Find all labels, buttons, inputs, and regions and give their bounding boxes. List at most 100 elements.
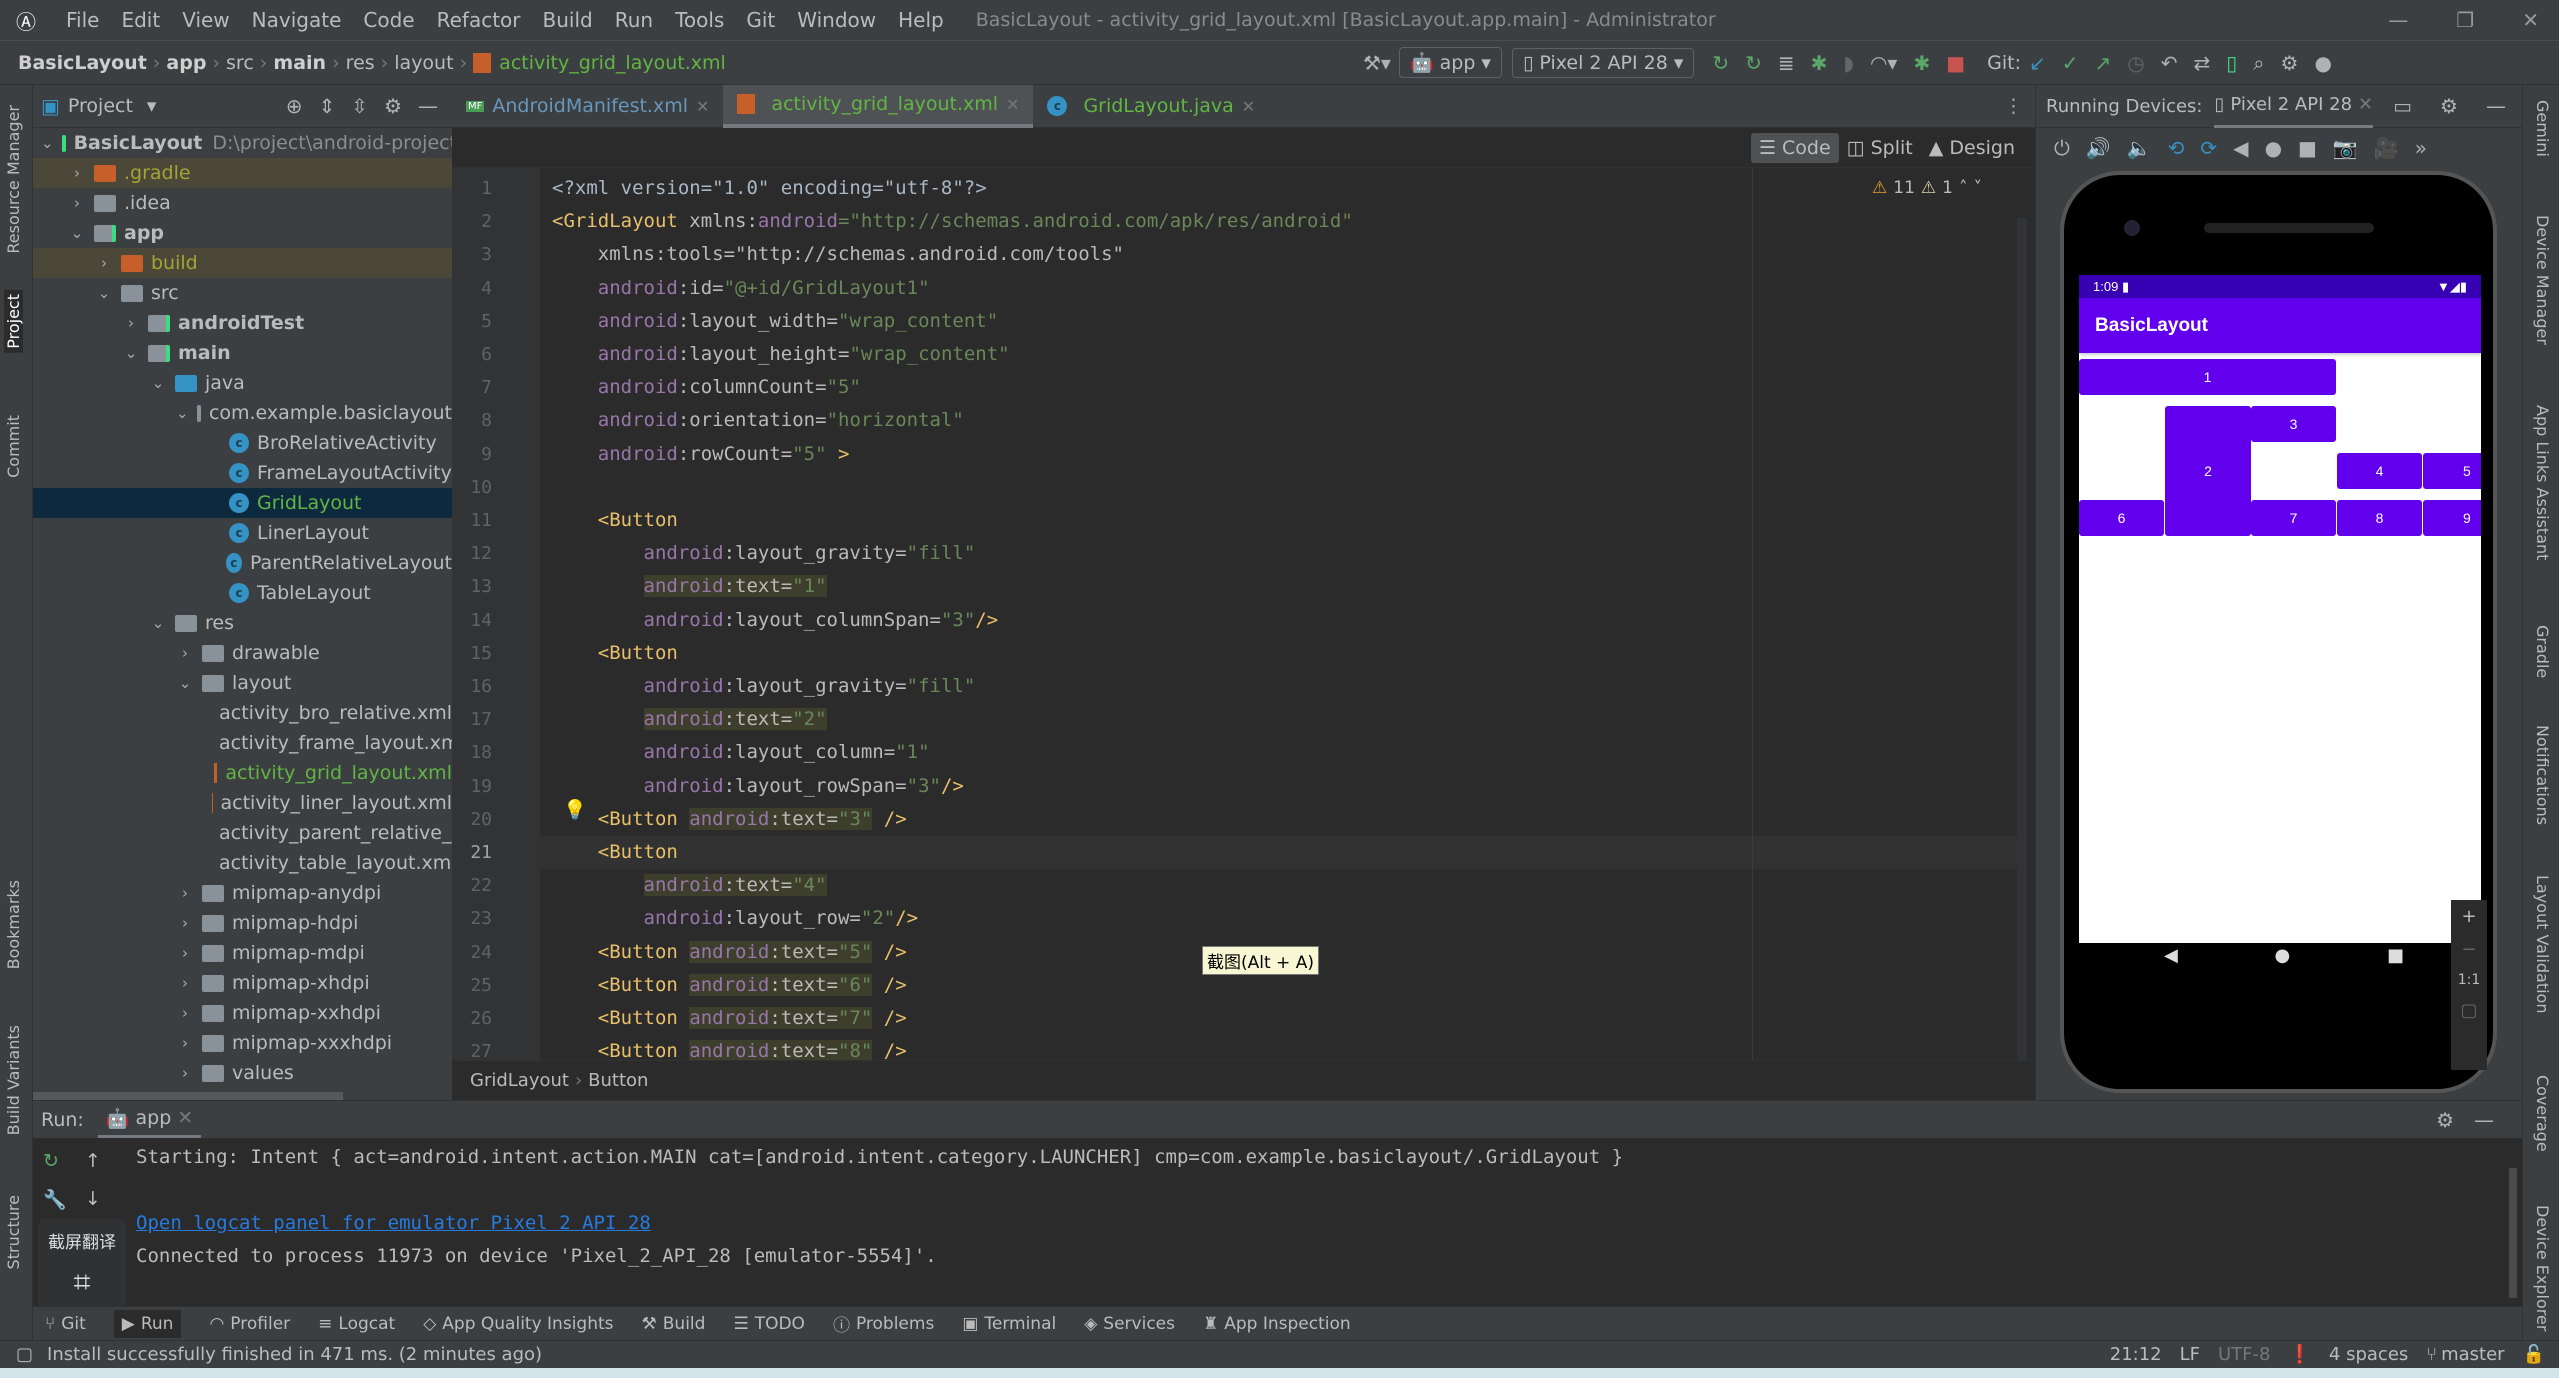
crumb-main[interactable]: main [273,52,326,74]
stripe-structure[interactable]: Structure [4,1195,23,1269]
minimize-button[interactable]: — [2388,8,2408,32]
chevron-down-icon[interactable]: ⌄ [176,674,194,692]
grid-button-2[interactable]: 2 [2165,406,2251,536]
close-tab-icon[interactable]: ✕ [2358,94,2373,115]
chevron-right-icon[interactable]: › [176,944,194,962]
tree-item[interactable]: › mipmap-xhdpi [33,968,452,998]
crumb-app[interactable]: app [166,52,206,74]
next-problem-icon[interactable]: ˅ [1973,178,1982,198]
volume-down-icon[interactable]: 🔈 [2127,136,2152,160]
tree-item[interactable]: › drawable [33,638,452,668]
tree-item[interactable]: › .gradle [33,158,452,188]
stripe-project[interactable]: Project [4,290,23,353]
close-window-button[interactable]: ✕ [2522,8,2539,32]
tree-item[interactable]: › mipmap-xxhdpi [33,998,452,1028]
tree-item[interactable]: c ParentRelativeLayout [33,548,452,578]
file-encoding[interactable]: UTF-8 [2218,1344,2270,1365]
indent-setting[interactable]: 4 spaces [2329,1344,2408,1365]
stripe-notifications[interactable]: Notifications [2533,725,2552,825]
tool-tab-git[interactable]: ⑂ Git [45,1314,86,1334]
tool-tab-build[interactable]: ⚒ Build [642,1314,706,1334]
rerun-icon[interactable]: ↻ [43,1150,59,1172]
chevron-right-icon[interactable]: › [68,194,86,212]
tree-item[interactable]: ⌄ layout [33,668,452,698]
tree-item[interactable]: › mipmap-xxxhdpi [33,1028,452,1058]
chevron-right-icon[interactable]: › [95,254,113,272]
tool-tab-todo[interactable]: ☰ TODO [733,1314,805,1334]
grid-button-1[interactable]: 1 [2079,359,2336,395]
code-editor[interactable]: 1 2 3 4 5 6 7 8 9 10 11 12 13 14 15 16 17 18 19 20 21 22 23 24 2… [452,168,2035,1060]
menu-build[interactable]: Build [543,8,593,32]
tool-tab-terminal[interactable]: ▣ Terminal [962,1314,1056,1334]
lightbulb-icon[interactable]: 💡 [563,798,587,821]
nav-recents-icon[interactable]: ■ [2387,945,2404,966]
close-tab-icon[interactable]: ✕ [1006,95,1019,114]
home-icon[interactable]: ● [2265,136,2282,160]
stripe-resource-manager[interactable]: Resource Manager [4,105,23,254]
menu-git[interactable]: Git [746,8,775,32]
stop-icon[interactable]: ■ [1946,51,1965,75]
grid-button-8[interactable]: 8 [2337,500,2422,536]
chevron-down-icon[interactable]: ⌄ [149,614,167,632]
gear-icon[interactable]: ⚙ [2436,1108,2454,1132]
tree-item[interactable]: › build [33,248,452,278]
stripe-app-links[interactable]: App Links Assistant [2533,405,2552,560]
tree-item[interactable]: ⌄ app [33,218,452,248]
window-icon[interactable]: ▭ [2393,94,2412,118]
chevron-right-icon[interactable]: › [176,1064,194,1082]
tab-gridlayout-java[interactable]: c GridLayout.java ✕ [1033,85,1269,128]
volume-up-icon[interactable]: 🔊 [2086,136,2111,160]
chevron-down-icon[interactable]: ⌄ [149,374,167,392]
menu-refactor[interactable]: Refactor [437,8,521,32]
mode-code-button[interactable]: ☰ Code [1750,132,1839,163]
close-tab-icon[interactable]: ✕ [1242,97,1255,116]
zoom-actual-button[interactable]: 1:1 [2451,966,2487,994]
tool-tab-profiler[interactable]: ◠ Profiler [209,1314,290,1334]
crumb-src[interactable]: src [226,52,254,74]
stripe-commit[interactable]: Commit [4,415,23,478]
device-tab[interactable]: ▯ Pixel 2 API 28 ✕ [2214,85,2374,128]
tool-tab-logcat[interactable]: ≡ Logcat [318,1314,395,1334]
tree-item[interactable]: ⌄ java [33,368,452,398]
tree-item[interactable]: ⌄ com.example.basiclayout [33,398,452,428]
scroll-up-icon[interactable]: ↑ [85,1150,101,1172]
stripe-device-manager[interactable]: Device Manager [2533,215,2552,345]
git-push-icon[interactable]: ↗ [2095,51,2112,75]
grid-button-7[interactable]: 7 [2251,500,2336,536]
tree-item[interactable]: › .idea [33,188,452,218]
tree-item[interactable]: activity_bro_relative.xml [33,698,452,728]
prev-problem-icon[interactable]: ˄ [1959,178,1968,198]
status-message[interactable]: Install successfully finished in 471 ms.… [47,1344,542,1365]
wrench-icon[interactable]: 🔧 [43,1188,67,1211]
gear-icon[interactable]: ⚙ [2440,94,2458,118]
history-icon[interactable]: ◷ [2127,51,2144,75]
inspection-icon[interactable]: ❗ [2289,1344,2311,1365]
menu-code[interactable]: Code [363,8,414,32]
mode-split-button[interactable]: ◫ Split [1839,133,1921,163]
stripe-bookmarks[interactable]: Bookmarks [4,880,23,969]
grid-button-9[interactable]: 9 [2423,500,2481,536]
hide-icon[interactable]: — [2486,94,2506,118]
options-gear-icon[interactable]: ⚙ [384,94,402,118]
crumb-project[interactable]: BasicLayout [18,52,147,74]
close-tab-icon[interactable]: ✕ [696,97,709,116]
build-hammer-icon[interactable]: ⚒▾ [1363,51,1391,75]
git-update-icon[interactable]: ↙ [2029,51,2046,75]
chevron-right-icon[interactable]: › [176,884,194,902]
crumb-layout[interactable]: layout [394,52,453,74]
device-select[interactable]: ▯ Pixel 2 API 28 ▾ [1511,47,1695,78]
stripe-build-variants[interactable]: Build Variants [4,1025,23,1135]
tree-item[interactable]: activity_liner_layout.xml [33,788,452,818]
stripe-layout-validation[interactable]: Layout Validation [2533,875,2552,1013]
overview-icon[interactable]: ■ [2298,136,2317,160]
tree-item[interactable]: c FrameLayoutActivity [33,458,452,488]
chevron-right-icon[interactable]: › [176,1034,194,1052]
tab-android-manifest[interactable]: MF AndroidManifest.xml ✕ [452,85,723,128]
collapse-all-icon[interactable]: ⇳ [351,94,368,118]
chevron-right-icon[interactable]: › [68,164,86,182]
line-separator[interactable]: LF [2180,1344,2200,1365]
tree-scrollbar[interactable] [33,1092,343,1100]
git-commit-icon[interactable]: ✓ [2062,51,2079,75]
tree-item[interactable]: › values [33,1058,452,1088]
git-branch[interactable]: ⑂ master [2426,1344,2504,1365]
